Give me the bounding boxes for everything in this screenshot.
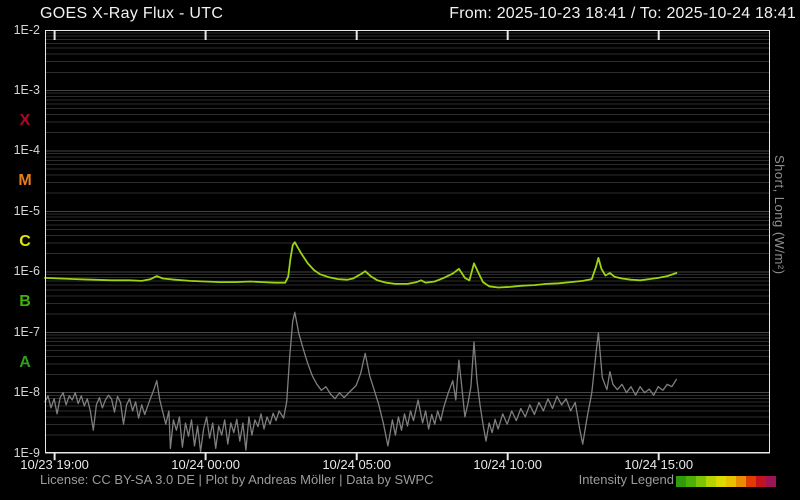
goes-xray-flux-page: { "header": { "title": "GOES X-Ray Flux … — [0, 0, 800, 500]
flare-class-label-x: X — [12, 112, 38, 130]
series-short-line — [45, 312, 676, 451]
flare-class-label-a: A — [12, 354, 38, 372]
license-text: License: CC BY-SA 3.0 DE | Plot by Andre… — [40, 472, 434, 487]
grid-major — [45, 91, 770, 393]
flare-class-label-m: M — [12, 172, 38, 190]
flare-class-label-c: C — [12, 233, 38, 251]
flux-chart — [0, 0, 800, 500]
y-axis-tick-label: 1E-3 — [0, 83, 40, 98]
x-axis-tick-label: 10/23 19:00 — [0, 457, 120, 472]
y-axis-tick-label: 1E-4 — [0, 143, 40, 158]
intensity-legend-bar — [676, 476, 776, 487]
intensity-legend-label: Intensity Legend — [579, 472, 674, 487]
intensity-swatch — [676, 476, 686, 487]
y-axis-tick-label: 1E-6 — [0, 264, 40, 279]
grid-minor — [45, 33, 770, 435]
intensity-swatch — [736, 476, 746, 487]
x-axis-tick-label: 10/24 05:00 — [292, 457, 422, 472]
intensity-swatch — [706, 476, 716, 487]
intensity-swatch — [766, 476, 776, 487]
x-axis-tick-label: 10/24 00:00 — [141, 457, 271, 472]
y-axis-tick-label: 1E-2 — [0, 23, 40, 38]
intensity-swatch — [756, 476, 766, 487]
y-axis-tick-label: 1E-8 — [0, 385, 40, 400]
intensity-swatch — [726, 476, 736, 487]
x-axis-tick-label: 10/24 10:00 — [443, 457, 573, 472]
intensity-swatch — [686, 476, 696, 487]
intensity-swatch — [746, 476, 756, 487]
y-axis-tick-label: 1E-5 — [0, 204, 40, 219]
intensity-swatch — [696, 476, 706, 487]
y-axis-tick-label: 1E-7 — [0, 325, 40, 340]
intensity-swatch — [716, 476, 726, 487]
x-axis-tick-label: 10/24 15:00 — [594, 457, 724, 472]
flare-class-label-b: B — [12, 293, 38, 311]
right-axis-label: Short, Long (W/m²) — [772, 155, 787, 275]
